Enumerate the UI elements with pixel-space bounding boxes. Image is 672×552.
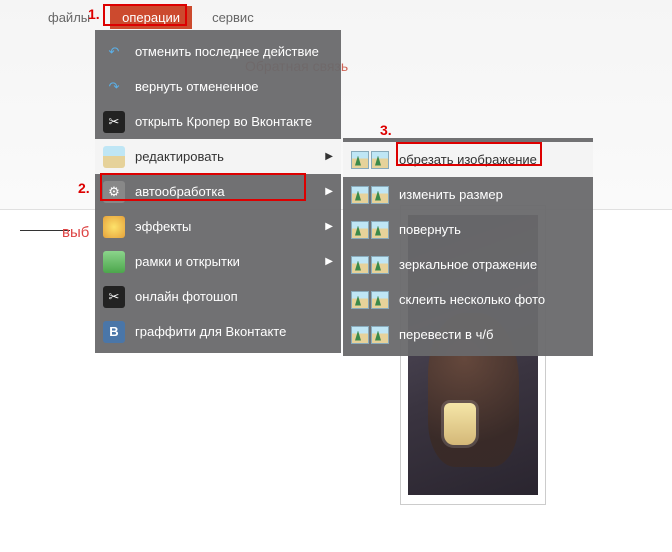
side-label: выб (62, 224, 89, 241)
menu-item-online-photoshop[interactable]: ✂ онлайн фотошоп (95, 279, 341, 314)
menu-item-open-cropper-vk[interactable]: ✂ открыть Кропер во Вконтакте (95, 104, 341, 139)
menu-item-label: онлайн фотошоп (135, 289, 238, 304)
annotation-marker-3: 3. (380, 122, 392, 138)
thumbnail-pair-icon (351, 221, 389, 239)
edit-icon (103, 146, 125, 168)
menu-item-label: вернуть отмененное (135, 79, 259, 94)
menu-item-auto[interactable]: ⚙ автообработка ▶ (95, 174, 341, 209)
submenu-item-rotate[interactable]: повернуть (343, 212, 593, 247)
submenu-item-mirror[interactable]: зеркальное отражение (343, 247, 593, 282)
menu-item-undo[interactable]: ↶ отменить последнее действие (95, 34, 341, 69)
auto-icon: ⚙ (103, 181, 125, 203)
menu-item-label: граффити для Вконтакте (135, 324, 286, 339)
submenu-item-label: перевести в ч/б (399, 327, 493, 342)
operations-menu: ↶ отменить последнее действие ↶ вернуть … (95, 30, 341, 353)
menu-item-frames[interactable]: рамки и открытки ▶ (95, 244, 341, 279)
menu-item-label: отменить последнее действие (135, 44, 319, 59)
submenu-item-label: изменить размер (399, 187, 503, 202)
thumbnail-pair-icon (351, 291, 389, 309)
submenu-item-merge[interactable]: склеить несколько фото (343, 282, 593, 317)
submenu-item-bw[interactable]: перевести в ч/б (343, 317, 593, 352)
submenu-item-label: зеркальное отражение (399, 257, 537, 272)
frames-icon (103, 251, 125, 273)
submenu-item-crop[interactable]: обрезать изображение (343, 142, 593, 177)
menu-item-graffiti-vk[interactable]: B граффити для Вконтакте (95, 314, 341, 349)
thumbnail-pair-icon (351, 186, 389, 204)
menubar-item-service[interactable]: сервис (200, 6, 266, 29)
chevron-right-icon: ▶ (325, 256, 333, 267)
chevron-right-icon: ▶ (325, 186, 333, 197)
redo-icon: ↶ (103, 76, 125, 98)
submenu-item-label: склеить несколько фото (399, 292, 545, 307)
menu-item-label: автообработка (135, 184, 225, 199)
chevron-right-icon: ▶ (325, 151, 333, 162)
menu-item-edit[interactable]: редактировать ▶ (95, 139, 341, 174)
submenu-item-label: обрезать изображение (399, 152, 537, 167)
thumbnail-pair-icon (351, 256, 389, 274)
photoshop-icon: ✂ (103, 286, 125, 308)
menubar: файлы операции сервис (36, 6, 266, 29)
edit-submenu: обрезать изображение изменить размер пов… (343, 138, 593, 356)
submenu-item-label: повернуть (399, 222, 461, 237)
annotation-marker-2: 2. (78, 180, 90, 196)
menu-item-label: редактировать (135, 149, 224, 164)
thumbnail-pair-icon (351, 151, 389, 169)
menu-item-label: эффекты (135, 219, 191, 234)
chevron-right-icon: ▶ (325, 221, 333, 232)
menu-item-label: открыть Кропер во Вконтакте (135, 114, 312, 129)
crop-icon: ✂ (103, 111, 125, 133)
effects-icon (103, 216, 125, 238)
menu-item-label: рамки и открытки (135, 254, 240, 269)
vk-icon: B (103, 321, 125, 343)
menu-item-effects[interactable]: эффекты ▶ (95, 209, 341, 244)
menu-item-redo[interactable]: ↶ вернуть отмененное (95, 69, 341, 104)
thumbnail-pair-icon (351, 326, 389, 344)
undo-icon: ↶ (103, 41, 125, 63)
annotation-marker-1: 1. (88, 6, 100, 22)
menubar-item-operations[interactable]: операции (110, 6, 192, 29)
submenu-item-resize[interactable]: изменить размер (343, 177, 593, 212)
